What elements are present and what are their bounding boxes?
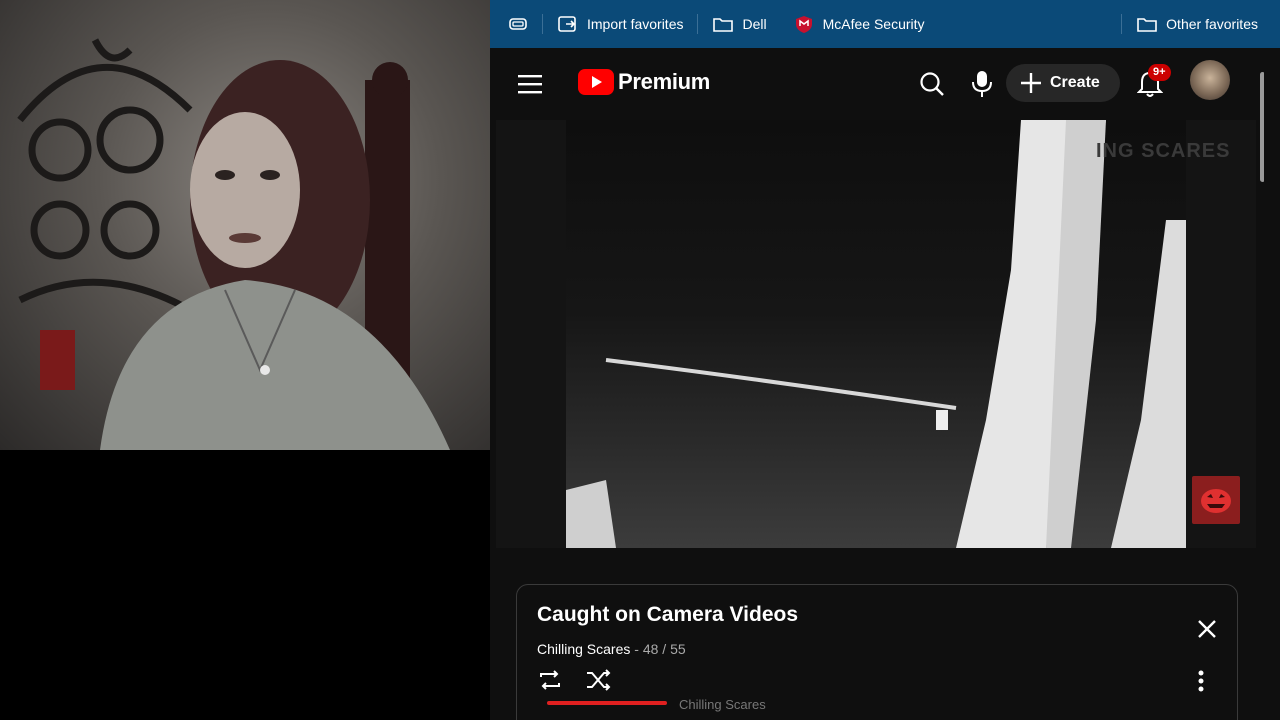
more-vertical-icon [1198, 670, 1204, 692]
logo-text: Premium [618, 69, 711, 94]
video-content [566, 120, 1186, 548]
shuffle-icon [587, 669, 611, 691]
tab-actions-button[interactable] [504, 0, 532, 48]
youtube-page: Premium Create 9+ ING SCARES Caught on C… [496, 48, 1264, 720]
channel-watermark-button[interactable] [1192, 476, 1240, 524]
favorite-mcafee-label: McAfee Security [822, 16, 925, 32]
create-button-label: Create [1050, 74, 1100, 91]
playlist-title[interactable]: Caught on Camera Videos [537, 603, 798, 627]
next-item-progress-bar [547, 701, 667, 705]
favorites-separator [542, 14, 543, 34]
close-icon [1198, 620, 1216, 638]
loop-playlist-button[interactable] [535, 665, 565, 695]
plus-icon [1021, 73, 1041, 93]
create-button[interactable]: Create [1006, 64, 1120, 102]
mcafee-shield-icon [795, 16, 812, 33]
playlist-separator: - [630, 641, 643, 657]
search-icon [920, 72, 944, 96]
loop-icon [540, 670, 560, 690]
avatar[interactable] [1190, 60, 1230, 100]
favorite-import[interactable]: Import favorites [553, 0, 687, 48]
playlist-position: 48 / 55 [642, 641, 686, 657]
microphone-icon [972, 71, 992, 97]
close-playlist-button[interactable] [1193, 615, 1221, 643]
video-watermark: ING SCARES [1096, 140, 1231, 162]
notification-badge: 9+ [1148, 64, 1171, 81]
favorites-bar: Import favorites Dell McAfee Security Ot… [490, 0, 1280, 48]
favorite-other-label: Other favorites [1166, 16, 1258, 32]
favorite-mcafee[interactable]: McAfee Security [789, 0, 929, 48]
playlist-more-button[interactable] [1197, 669, 1205, 693]
shuffle-playlist-button[interactable] [583, 665, 613, 695]
video-player[interactable]: ING SCARES [496, 120, 1256, 548]
webcam-image [17, 38, 450, 450]
playlist-subtitle: Chilling Scares - 48 / 55 [537, 641, 686, 657]
playlist-channel-link[interactable]: Chilling Scares [537, 641, 630, 657]
webcam-letterbox [0, 450, 490, 720]
next-item-channel: Chilling Scares [679, 697, 766, 712]
webcam-overlay [0, 0, 490, 450]
youtube-masthead: Premium Create 9+ [496, 48, 1264, 120]
folder-icon [1137, 18, 1157, 32]
video-frame [566, 120, 1186, 548]
menu-button[interactable] [514, 68, 546, 100]
youtube-play-icon [578, 69, 614, 95]
favorite-other[interactable]: Other favorites [1132, 0, 1262, 48]
favorite-import-label: Import favorites [587, 16, 684, 32]
favorite-dell-label: Dell [742, 16, 767, 32]
scrollbar-thumb[interactable] [1260, 72, 1264, 182]
import-icon [558, 16, 576, 32]
favorite-dell[interactable]: Dell [708, 0, 770, 48]
favorites-separator [1121, 14, 1123, 34]
favorites-separator [697, 14, 699, 34]
hamburger-menu-icon [518, 75, 542, 94]
browser-window: Import favorites Dell McAfee Security Ot… [490, 0, 1280, 720]
playlist-panel: Caught on Camera Videos Chilling Scares … [516, 584, 1238, 720]
search-button[interactable] [914, 66, 950, 102]
youtube-premium-logo[interactable]: Premium [578, 66, 710, 98]
voice-search-button[interactable] [964, 66, 1000, 102]
tab-actions-icon [509, 18, 527, 30]
pumpkin-icon [1201, 489, 1231, 513]
folder-icon [713, 18, 734, 32]
